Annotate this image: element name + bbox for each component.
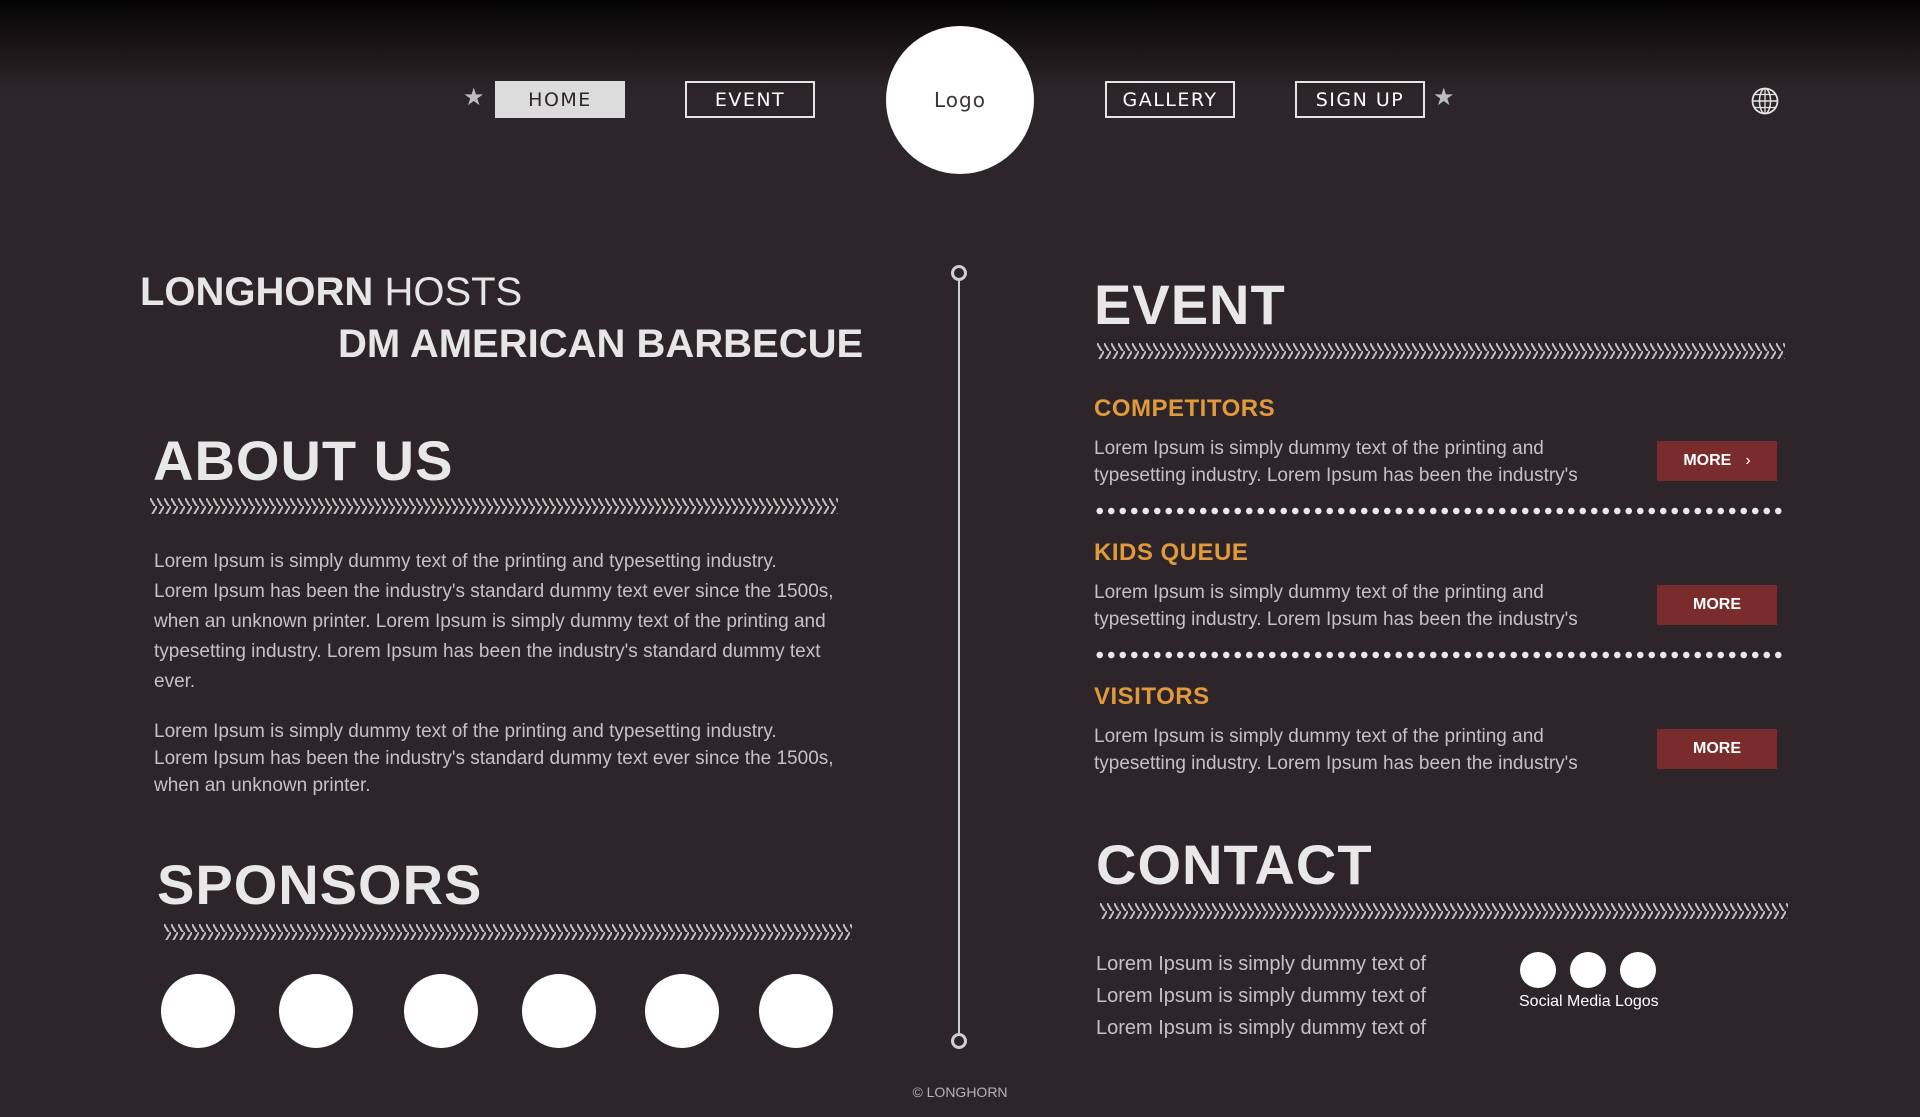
dotted-divider	[1094, 507, 1784, 515]
sponsor-logo[interactable]	[161, 974, 235, 1048]
more-button[interactable]: MORE ›	[1657, 441, 1777, 481]
nav-gallery[interactable]: GALLERY	[1105, 81, 1235, 118]
sponsor-logo[interactable]	[645, 974, 719, 1048]
hero-line-2: DM AMERICAN BARBECUE	[338, 322, 864, 366]
contact-divider	[1100, 903, 1788, 919]
about-paragraph-1: Lorem Ipsum is simply dummy text of the …	[154, 551, 834, 692]
about-divider	[150, 498, 838, 514]
event-item-text: Lorem Ipsum is simply dummy text of the …	[1094, 726, 1578, 774]
event-item-text: Lorem Ipsum is simply dummy text of the …	[1094, 582, 1578, 630]
about-paragraph-2: Lorem Ipsum is simply dummy text of the …	[154, 721, 834, 796]
contact-line: Lorem Ipsum is simply dummy text of	[1096, 953, 1427, 975]
more-button[interactable]: MORE	[1657, 585, 1777, 625]
hero-line-1: LONGHORN HOSTS	[140, 270, 523, 314]
globe-icon[interactable]	[1750, 86, 1780, 116]
contact-line: Lorem Ipsum is simply dummy text of	[1096, 1017, 1427, 1039]
event-item-text: Lorem Ipsum is simply dummy text of the …	[1094, 438, 1578, 486]
sponsor-logo[interactable]	[404, 974, 478, 1048]
star-icon: ★	[1433, 84, 1455, 111]
nav-event[interactable]: EVENT	[685, 81, 815, 118]
event-item-title: VISITORS	[1094, 683, 1210, 710]
vertical-divider	[958, 274, 960, 1040]
social-media-icon[interactable]	[1620, 952, 1656, 988]
sponsor-logo[interactable]	[279, 974, 353, 1048]
event-divider	[1097, 343, 1785, 359]
contact-title: CONTACT	[1096, 833, 1373, 896]
event-item-title: COMPETITORS	[1094, 395, 1276, 422]
social-media-icon[interactable]	[1520, 952, 1556, 988]
sponsors-divider	[164, 924, 852, 940]
logo[interactable]: Logo	[886, 26, 1034, 174]
social-media-label: Social Media Logos	[1519, 993, 1659, 1010]
divider-dot	[951, 265, 967, 281]
dotted-divider	[1094, 651, 1784, 659]
footer-copyright: © LONGHORN	[912, 1084, 1008, 1100]
nav-signup[interactable]: SIGN UP	[1295, 81, 1425, 118]
social-media-icon[interactable]	[1570, 952, 1606, 988]
about-title: ABOUT US	[153, 429, 454, 492]
sponsor-logo[interactable]	[522, 974, 596, 1048]
event-item-title: KIDS QUEUE	[1094, 539, 1249, 566]
divider-dot	[951, 1033, 967, 1049]
more-button[interactable]: MORE	[1657, 729, 1777, 769]
star-icon: ★	[463, 84, 485, 111]
sponsors-title: SPONSORS	[157, 853, 483, 916]
contact-line: Lorem Ipsum is simply dummy text of	[1096, 985, 1427, 1007]
event-title: EVENT	[1094, 273, 1286, 336]
chevron-right-icon: ›	[1745, 452, 1751, 469]
nav-home[interactable]: HOME	[495, 81, 625, 118]
sponsor-logo[interactable]	[759, 974, 833, 1048]
